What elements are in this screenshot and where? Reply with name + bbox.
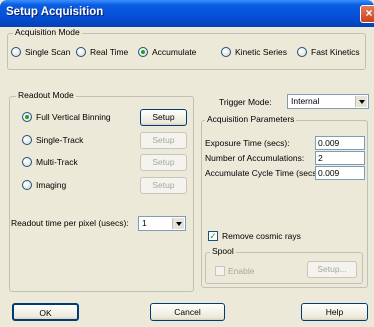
radio-label: Fast Kinetics bbox=[311, 47, 360, 57]
cancel-button[interactable]: Cancel bbox=[150, 303, 225, 321]
readout-mode-legend: Readout Mode bbox=[16, 90, 76, 100]
number-of-accumulations-label: Number of Accumulations: bbox=[205, 153, 305, 163]
radio-indicator bbox=[76, 47, 86, 57]
spool-enable-label: Enable bbox=[228, 266, 255, 276]
imaging-setup-button[interactable]: Setup bbox=[140, 177, 187, 194]
remove-cosmic-rays-label: Remove cosmic rays bbox=[222, 231, 301, 241]
remove-cosmic-rays-checkbox[interactable]: ✓ bbox=[208, 231, 218, 241]
radio-indicator bbox=[297, 47, 307, 57]
radio-label: Multi-Track bbox=[36, 157, 78, 167]
acquisition-parameters-legend: Acquisition Parameters bbox=[205, 114, 297, 124]
ok-button[interactable]: OK bbox=[12, 303, 79, 321]
trigger-mode-select[interactable]: Internal bbox=[287, 94, 369, 109]
multi-track-setup-button[interactable]: Setup bbox=[140, 154, 187, 171]
radio-label: Kinetic Series bbox=[235, 47, 287, 57]
mode-fast-kinetics-radio[interactable]: Fast Kinetics bbox=[297, 47, 360, 57]
mode-accumulate-radio[interactable]: Accumulate bbox=[138, 47, 196, 57]
radio-label: Imaging bbox=[36, 180, 67, 190]
mode-kinetic-series-radio[interactable]: Kinetic Series bbox=[221, 47, 287, 57]
chevron-down-icon[interactable] bbox=[172, 218, 184, 229]
trigger-mode-value: Internal bbox=[291, 96, 320, 106]
radio-indicator bbox=[22, 135, 32, 145]
mode-single-scan-radio[interactable]: Single Scan bbox=[11, 47, 70, 57]
readout-full-vertical-binning-radio[interactable]: Full Vertical Binning bbox=[22, 112, 111, 122]
readout-time-select[interactable]: 1 bbox=[138, 216, 186, 231]
radio-indicator bbox=[22, 157, 32, 167]
accumulate-cycle-time-input[interactable]: 0.009 bbox=[315, 166, 365, 180]
readout-multi-track-radio[interactable]: Multi-Track bbox=[22, 157, 78, 167]
radio-indicator bbox=[138, 47, 148, 57]
readout-time-value: 1 bbox=[142, 218, 147, 228]
readout-imaging-radio[interactable]: Imaging bbox=[22, 180, 66, 190]
exposure-time-input[interactable]: 0.009 bbox=[315, 136, 365, 150]
radio-label: Real Time bbox=[90, 47, 129, 57]
chevron-down-icon[interactable] bbox=[355, 96, 367, 107]
trigger-mode-label: Trigger Mode: bbox=[219, 97, 272, 107]
radio-indicator bbox=[22, 180, 32, 190]
help-button[interactable]: Help bbox=[301, 303, 368, 321]
radio-indicator bbox=[11, 47, 21, 57]
spool-enable-checkbox[interactable] bbox=[215, 266, 225, 276]
acquisition-mode-legend: Acquisition Mode bbox=[13, 27, 82, 37]
readout-single-track-radio[interactable]: Single-Track bbox=[22, 135, 83, 145]
window-title: Setup Acquisition bbox=[6, 6, 104, 18]
close-icon[interactable]: × bbox=[360, 5, 374, 23]
radio-label: Full Vertical Binning bbox=[36, 112, 111, 122]
radio-indicator bbox=[221, 47, 231, 57]
setup-acquisition-dialog: Setup Acquisition × Acquisition Mode Sin… bbox=[0, 0, 374, 327]
spool-setup-button[interactable]: Setup... bbox=[307, 261, 357, 278]
spool-legend: Spool bbox=[210, 246, 236, 256]
number-of-accumulations-input[interactable]: 2 bbox=[315, 151, 365, 165]
title-bar[interactable]: Setup Acquisition × bbox=[0, 0, 374, 27]
fvb-setup-button[interactable]: Setup bbox=[140, 109, 187, 126]
radio-label: Single-Track bbox=[36, 135, 84, 145]
readout-time-label: Readout time per pixel (usecs): bbox=[11, 218, 129, 228]
radio-indicator bbox=[22, 112, 32, 122]
radio-label: Single Scan bbox=[25, 47, 71, 57]
exposure-time-label: Exposure Time (secs): bbox=[205, 138, 290, 148]
accumulate-cycle-time-label: Accumulate Cycle Time (secs): bbox=[205, 168, 322, 178]
mode-real-time-radio[interactable]: Real Time bbox=[76, 47, 128, 57]
single-track-setup-button[interactable]: Setup bbox=[140, 132, 187, 149]
radio-label: Accumulate bbox=[152, 47, 197, 57]
